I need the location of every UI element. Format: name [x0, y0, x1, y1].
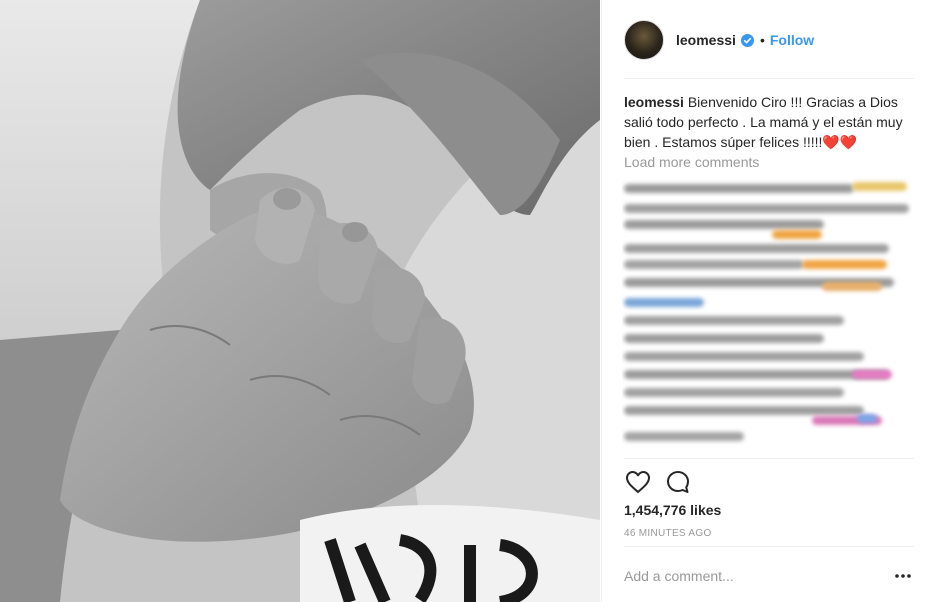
- comment-icon: [667, 471, 689, 493]
- comment-box-divider: [624, 546, 914, 547]
- likes-count[interactable]: 1,454,776 likes: [624, 502, 721, 518]
- heart-icon: [626, 471, 650, 493]
- header-username[interactable]: leomessi: [676, 32, 736, 48]
- separator-dot: •: [759, 32, 765, 48]
- like-button[interactable]: [624, 468, 652, 496]
- avatar[interactable]: [624, 20, 664, 60]
- baby-hand-photo: [0, 0, 600, 602]
- header-divider: [624, 78, 914, 79]
- comment-button[interactable]: [664, 468, 692, 496]
- blurred-comments-list: [622, 176, 912, 452]
- post-header: leomessi • Follow: [624, 18, 914, 62]
- comments-divider: [624, 458, 914, 459]
- add-comment-row: [624, 554, 914, 598]
- more-options-button[interactable]: [892, 565, 914, 587]
- caption-username[interactable]: leomessi: [624, 94, 684, 110]
- post-actions: [624, 468, 692, 496]
- follow-button[interactable]: Follow: [770, 32, 814, 48]
- post-timestamp[interactable]: 46 MINUTES AGO: [624, 528, 712, 539]
- post-details-panel: leomessi • Follow leomessi Bienvenido Ci…: [601, 0, 937, 602]
- add-comment-input[interactable]: [624, 568, 892, 584]
- post-caption: leomessi Bienvenido Ciro !!! Gracias a D…: [624, 92, 914, 152]
- load-more-comments-link[interactable]: Load more comments: [624, 154, 759, 170]
- verified-badge-icon: [740, 33, 754, 47]
- post-photo[interactable]: [0, 0, 600, 602]
- more-options-icon: [895, 574, 911, 578]
